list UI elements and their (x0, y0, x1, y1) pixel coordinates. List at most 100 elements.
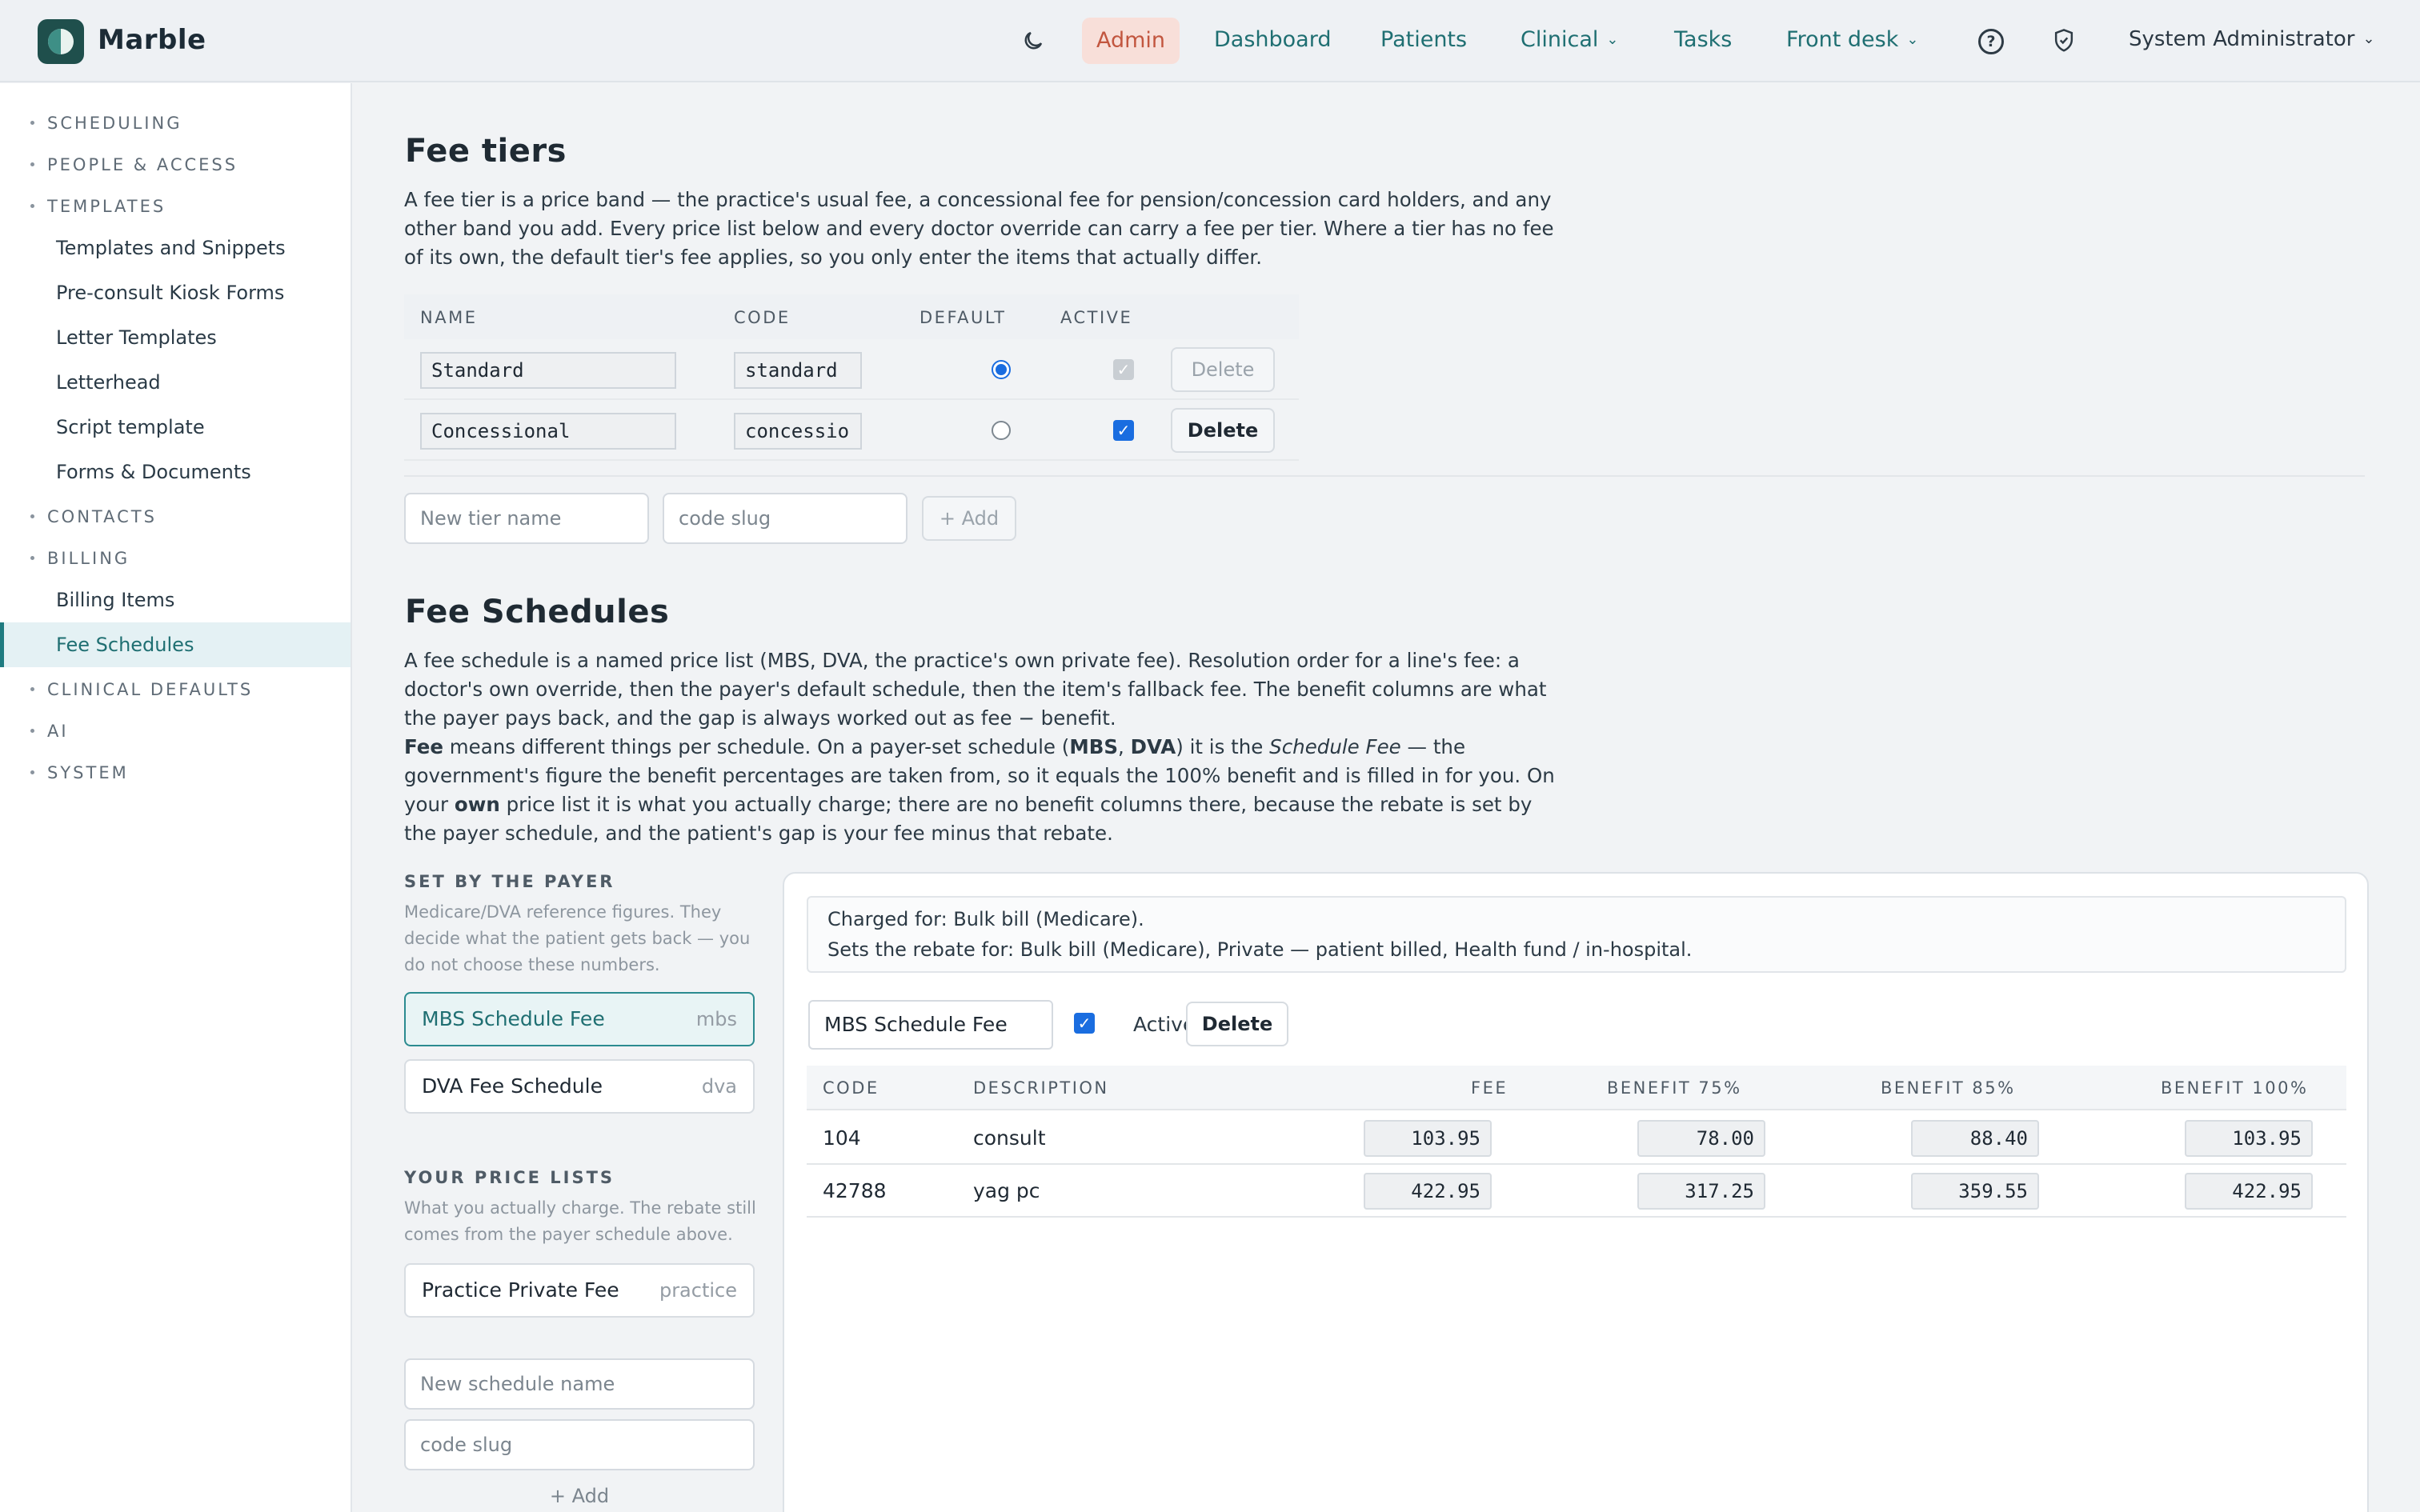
user-name: System Administrator (2129, 27, 2355, 51)
schedule-item-mbs[interactable]: MBS Schedule Fee mbs (404, 992, 755, 1046)
nav-clinical[interactable]: Clinical ⌄ (1521, 27, 1618, 52)
default-tier-radio[interactable] (992, 360, 1011, 379)
fee-tiers-description: A fee tier is a price band — the practic… (404, 188, 1554, 269)
column-header-code: CODE (823, 1078, 879, 1098)
sidebar-item-fee-schedules[interactable]: Fee Schedules (56, 634, 194, 656)
nav-front-desk[interactable]: Front desk ⌄ (1786, 27, 1918, 52)
column-header-fee: FEE (1471, 1078, 1508, 1098)
help-icon[interactable]: ? (1978, 29, 2004, 54)
chevron-down-icon: ⌄ (1606, 31, 1619, 48)
sidebar-item-script-template[interactable]: Script template (56, 416, 205, 438)
fee-tiers-header: NAME CODE DEFAULT ACTIVE (404, 294, 1299, 339)
schedule-active-checkbox[interactable]: ✓ (1074, 1013, 1095, 1034)
own-price-lists-label: YOUR PRICE LISTS (404, 1168, 615, 1187)
fee-table-header: CODE DESCRIPTION FEE BENEFIT 75% BENEFIT… (807, 1066, 2346, 1110)
item-description: consult (973, 1126, 1046, 1150)
delete-schedule-button[interactable]: Delete (1186, 1002, 1288, 1046)
schedule-item-practice[interactable]: Practice Private Fee practice (404, 1263, 755, 1318)
schedule-name-input[interactable]: MBS Schedule Fee (808, 1000, 1053, 1050)
benefit-75-input[interactable]: 317.25 (1637, 1173, 1765, 1210)
section-divider (404, 475, 2365, 477)
item-code: 42788 (823, 1179, 887, 1202)
charged-for-text: Charged for: Bulk bill (Medicare). (827, 908, 1144, 930)
sidebar-group-clinical-defaults[interactable]: CLINICAL DEFAULTS (30, 680, 253, 699)
active-checkbox[interactable]: ✓ (1113, 359, 1134, 380)
fee-schedules-title: Fee Schedules (405, 594, 670, 630)
sidebar-group-billing[interactable]: BILLING (30, 549, 130, 568)
fee-input[interactable]: 422.95 (1364, 1173, 1492, 1210)
sidebar-group-ai[interactable]: AI (30, 722, 69, 741)
item-code: 104 (823, 1126, 861, 1150)
benefit-85-input[interactable]: 88.40 (1911, 1120, 2039, 1157)
new-schedule-name-input[interactable]: New schedule name (404, 1358, 755, 1410)
fee-schedules-description: A fee schedule is a named price list (MB… (404, 649, 1547, 730)
nav-front-desk-label: Front desk (1786, 27, 1899, 52)
column-header-default: DEFAULT (920, 308, 1007, 327)
payer-schedules-label: SET BY THE PAYER (404, 872, 615, 891)
column-header-code: CODE (734, 308, 791, 327)
column-header-name: NAME (420, 308, 478, 327)
sidebar-group-contacts[interactable]: CONTACTS (30, 507, 157, 526)
sidebar-item-letter-templates[interactable]: Letter Templates (56, 326, 217, 349)
table-row: 42788 yag pc 422.95 317.25 359.55 422.95 (807, 1165, 2346, 1218)
brand-name[interactable]: Marble (98, 24, 206, 56)
sidebar-group-system[interactable]: SYSTEM (30, 763, 129, 782)
benefit-75-input[interactable]: 78.00 (1637, 1120, 1765, 1157)
tier-name-input[interactable]: Standard (420, 352, 676, 389)
table-row: Concessional concessio ✓ Delete (404, 400, 1299, 461)
fee-schedules-fee-explanation: Fee means different things per schedule.… (404, 735, 1555, 845)
benefit-100-input[interactable]: 103.95 (2185, 1120, 2313, 1157)
benefit-100-input[interactable]: 422.95 (2185, 1173, 2313, 1210)
sets-rebate-text: Sets the rebate for: Bulk bill (Medicare… (827, 938, 1693, 961)
schedule-item-dva[interactable]: DVA Fee Schedule dva (404, 1059, 755, 1114)
column-header-benefit-100: BENEFIT 100% (2161, 1078, 2309, 1098)
table-row: Standard standard ✓ Delete (404, 339, 1299, 400)
nav-clinical-label: Clinical (1521, 27, 1599, 52)
top-bar: Marble Admin Dashboard Patients Clinical… (0, 0, 2420, 82)
chevron-down-icon: ⌄ (2362, 30, 2375, 47)
column-header-active: ACTIVE (1060, 308, 1133, 327)
column-header-description: DESCRIPTION (973, 1078, 1109, 1098)
delete-tier-button[interactable]: Delete (1171, 347, 1275, 392)
chevron-down-icon: ⌄ (1906, 31, 1919, 48)
shield-icon[interactable] (2052, 28, 2076, 54)
item-description: yag pc (973, 1179, 1040, 1202)
schedule-usage-info: Charged for: Bulk bill (Medicare). Sets … (807, 896, 2346, 973)
sidebar-item-letterhead[interactable]: Letterhead (56, 371, 161, 394)
fee-input[interactable]: 103.95 (1364, 1120, 1492, 1157)
column-header-benefit-75: BENEFIT 75% (1607, 1078, 1742, 1098)
sidebar-item-billing-items[interactable]: Billing Items (56, 589, 174, 611)
sidebar-group-templates[interactable]: TEMPLATES (30, 197, 166, 216)
column-header-benefit-85: BENEFIT 85% (1881, 1078, 2016, 1098)
moon-icon[interactable] (1021, 29, 1045, 53)
sidebar-item-kiosk-forms[interactable]: Pre-consult Kiosk Forms (56, 282, 284, 304)
tier-code-input[interactable]: concessio (734, 413, 862, 450)
user-menu[interactable]: System Administrator ⌄ (2129, 27, 2375, 51)
nav-dashboard[interactable]: Dashboard (1214, 27, 1331, 52)
sidebar-group-scheduling[interactable]: SCHEDULING (30, 114, 182, 133)
add-tier-button[interactable]: + Add (922, 496, 1016, 541)
fee-tiers-title: Fee tiers (405, 133, 567, 170)
payer-schedules-note: Medicare/DVA reference figures. They dec… (404, 902, 751, 974)
add-schedule-button[interactable]: + Add (404, 1485, 755, 1507)
active-checkbox[interactable]: ✓ (1113, 420, 1134, 441)
nav-tasks[interactable]: Tasks (1674, 27, 1732, 52)
sidebar: SCHEDULING PEOPLE & ACCESS TEMPLATES Tem… (0, 83, 352, 1512)
sidebar-item-templates-snippets[interactable]: Templates and Snippets (56, 237, 286, 259)
sidebar-item-forms-documents[interactable]: Forms & Documents (56, 461, 251, 483)
marble-logo-icon[interactable] (38, 19, 84, 64)
new-tier-code-input[interactable]: code slug (663, 493, 908, 544)
table-row: 104 consult 103.95 78.00 88.40 103.95 (807, 1112, 2346, 1165)
benefit-85-input[interactable]: 359.55 (1911, 1173, 2039, 1210)
default-tier-radio[interactable] (992, 421, 1011, 440)
delete-tier-button[interactable]: Delete (1171, 408, 1275, 453)
nav-patients[interactable]: Patients (1380, 27, 1467, 52)
new-schedule-code-input[interactable]: code slug (404, 1419, 755, 1470)
tier-code-input[interactable]: standard (734, 352, 862, 389)
nav-admin[interactable]: Admin (1082, 18, 1180, 64)
new-tier-name-input[interactable]: New tier name (404, 493, 649, 544)
schedule-detail-panel: Charged for: Bulk bill (Medicare). Sets … (783, 872, 2369, 1512)
fee-tiers-table: NAME CODE DEFAULT ACTIVE Standard standa… (404, 294, 1299, 461)
tier-name-input[interactable]: Concessional (420, 413, 676, 450)
sidebar-group-people-access[interactable]: PEOPLE & ACCESS (30, 155, 238, 174)
